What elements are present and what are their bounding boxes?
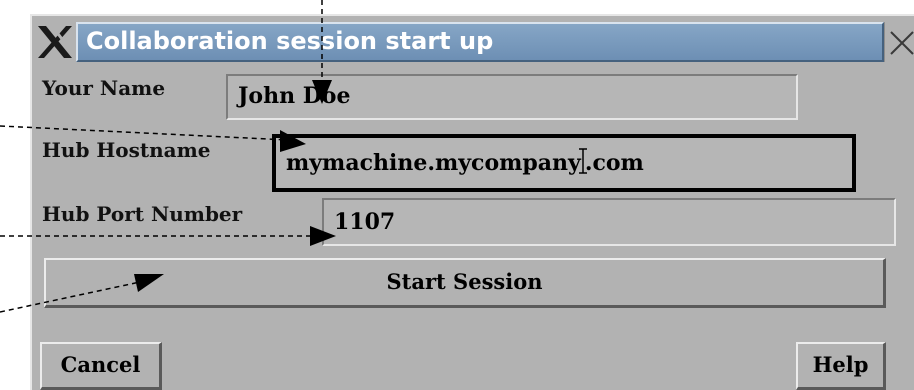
hub-port-label: Hub Port Number xyxy=(42,202,243,226)
window-title: Collaboration session start up xyxy=(76,22,884,62)
title-bar[interactable]: Collaboration session start up xyxy=(32,16,914,66)
hub-port-field[interactable]: 1107 xyxy=(322,198,896,246)
hub-hostname-label: Hub Hostname xyxy=(42,138,211,162)
dialog-window: Collaboration session start up Your Name… xyxy=(30,14,914,390)
cancel-button[interactable]: Cancel xyxy=(40,342,162,390)
hostname-text-before-cursor: mymachine.mycompany xyxy=(286,150,581,176)
your-name-field[interactable]: John Doe xyxy=(226,74,798,120)
hostname-text-after-cursor: .com xyxy=(584,150,644,176)
start-session-button[interactable]: Start Session xyxy=(44,258,886,308)
close-button[interactable] xyxy=(884,22,914,62)
hub-hostname-field[interactable]: mymachine.mycompany .com xyxy=(272,134,856,192)
help-button[interactable]: Help xyxy=(796,342,886,390)
close-icon xyxy=(890,31,914,55)
your-name-label: Your Name xyxy=(42,76,166,100)
x-logo-icon[interactable] xyxy=(36,24,74,60)
